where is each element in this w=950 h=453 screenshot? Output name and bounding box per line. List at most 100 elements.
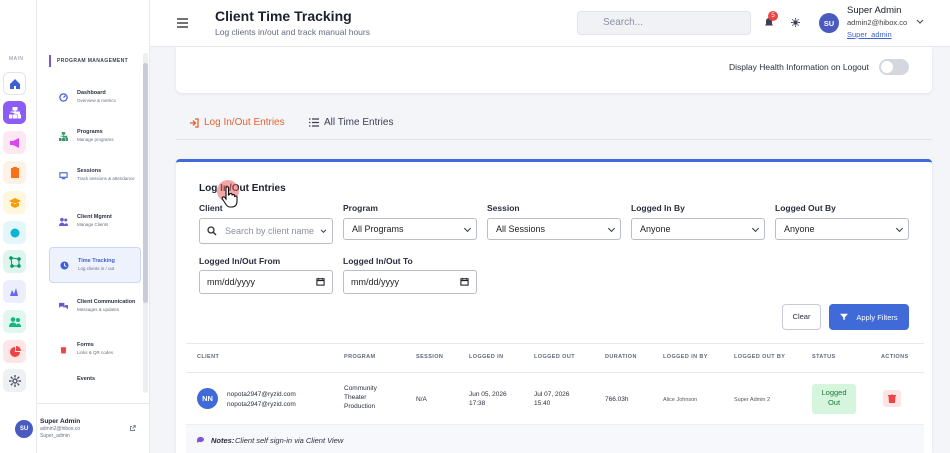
client-search-input[interactable]: Search by client name bbox=[199, 218, 333, 244]
session-filter-label: Session bbox=[487, 203, 520, 213]
dashboard-icon bbox=[58, 92, 68, 102]
session-select[interactable]: All Sessions bbox=[487, 218, 621, 240]
date-to-input[interactable]: mm/dd/yyyy bbox=[343, 270, 477, 294]
header-user-name: Super Admin bbox=[847, 5, 902, 16]
notes-label: Notes: bbox=[211, 436, 235, 445]
tab-all-entries-label: All Time Entries bbox=[324, 117, 394, 128]
sitemap-icon bbox=[58, 131, 68, 141]
sidebar-item-title: Programs bbox=[77, 129, 103, 135]
list-icon bbox=[309, 118, 319, 127]
table-header-logged-out: LOGGED OUT bbox=[534, 354, 575, 360]
apply-filters-button[interactable]: Apply Filters bbox=[829, 304, 909, 330]
logged-in-by-select[interactable]: Anyone bbox=[631, 218, 765, 240]
network-icon bbox=[8, 255, 21, 268]
notification-badge: 5 bbox=[768, 11, 778, 21]
delete-button[interactable] bbox=[883, 390, 901, 407]
theme-toggle-icon[interactable] bbox=[791, 18, 800, 27]
table-header-status: STATUS bbox=[812, 354, 836, 360]
chevron-down-icon bbox=[320, 229, 327, 234]
table-header-logged-in-by: LOGGED IN BY bbox=[663, 354, 708, 360]
rail-pie-chart-button[interactable] bbox=[3, 340, 26, 363]
rail-users-button[interactable] bbox=[3, 310, 26, 333]
sidebar-item-time-tracking[interactable]: Time Tracking Log clients in / out bbox=[49, 247, 141, 283]
rail-section-label: MAIN bbox=[9, 56, 24, 62]
sidebar-item-dashboard[interactable]: Dashboard Overview & metrics bbox=[49, 79, 141, 115]
sidebar-item-subtitle: Manage Clients bbox=[77, 222, 109, 227]
sidebar-item-subtitle: Track sessions & attendance bbox=[77, 176, 135, 181]
clear-button[interactable]: Clear bbox=[782, 304, 821, 330]
rail-home-button[interactable] bbox=[3, 72, 26, 95]
clipboard-icon bbox=[10, 166, 19, 178]
table-header-program: PROGRAM bbox=[344, 354, 376, 360]
trash-icon bbox=[888, 394, 896, 403]
client-filter-label: Client bbox=[199, 203, 223, 213]
table-header-logged-in: LOGGED IN bbox=[469, 354, 504, 360]
client-search-placeholder: Search by client name bbox=[225, 226, 315, 236]
sidebar-item-subtitle: Messages & updates bbox=[77, 307, 120, 312]
external-link-icon[interactable] bbox=[129, 425, 136, 432]
rail-clipboard-button[interactable] bbox=[3, 161, 26, 184]
date-from-value: mm/dd/yyyy bbox=[207, 277, 256, 287]
health-toggle[interactable] bbox=[879, 59, 909, 75]
rail-circle-button[interactable] bbox=[3, 221, 26, 244]
sidebar-item-title: Sessions bbox=[77, 168, 102, 174]
gear-icon bbox=[8, 374, 21, 387]
chevron-down-icon[interactable] bbox=[916, 19, 924, 25]
client-email-secondary: nopota2947@ryzid.com bbox=[227, 401, 296, 408]
sidebar-item-sessions[interactable]: Sessions Track sessions & attendance bbox=[49, 157, 141, 193]
sidebar-item-client-communication[interactable]: Client Communication Messages & updates bbox=[49, 288, 141, 324]
sidebar-item-client-mgmnt[interactable]: Client Mgmnt Manage Clients bbox=[49, 203, 141, 239]
tab-log-entries[interactable]: Log In/Out Entries bbox=[189, 117, 285, 128]
sidebar-item-subtitle: Manage programs bbox=[77, 137, 114, 142]
table-header-session: SESSION bbox=[416, 354, 444, 360]
program-filter-label: Program bbox=[343, 203, 378, 213]
users-icon bbox=[8, 316, 21, 327]
calendar-icon[interactable] bbox=[460, 277, 469, 286]
date-from-input[interactable]: mm/dd/yyyy bbox=[199, 270, 333, 294]
sidebar-user-card: SU Super Admin admin2@hibox.co Super_adm… bbox=[15, 403, 150, 453]
home-icon bbox=[9, 78, 20, 89]
sidebar-item-title: Events bbox=[77, 375, 96, 382]
search-input[interactable]: Search... bbox=[577, 11, 751, 35]
sidebar-item-title: Forms bbox=[77, 342, 94, 348]
sidebar-scrollbar-thumb[interactable] bbox=[143, 63, 148, 303]
sign-in-icon bbox=[190, 117, 199, 128]
page-title: Client Time Tracking bbox=[215, 8, 352, 24]
rail-gear-button[interactable] bbox=[3, 369, 26, 392]
sidebar-item-subtitle: Overview & metrics bbox=[77, 98, 116, 103]
hand-cursor-icon bbox=[221, 186, 238, 208]
sidebar-user-email: admin2@hibox.co bbox=[40, 426, 81, 432]
sidebar-item-forms[interactable]: Forms Links & QR codes bbox=[49, 331, 141, 367]
sidebar-item-subtitle: Links & QR codes bbox=[77, 350, 114, 355]
sidebar-scrollbar[interactable] bbox=[143, 53, 148, 393]
program-select[interactable]: All Programs bbox=[343, 218, 477, 240]
header-user-email: admin2@hibox.co bbox=[847, 18, 908, 27]
rail-sitemap-button[interactable] bbox=[3, 101, 26, 124]
calendar-icon[interactable] bbox=[316, 277, 325, 286]
health-setting-label: Display Health Information on Logout bbox=[729, 62, 869, 72]
megaphone-icon bbox=[9, 137, 19, 148]
sidebar-item-programs[interactable]: Programs Manage programs bbox=[49, 118, 141, 154]
rail-network-button[interactable] bbox=[3, 250, 26, 273]
rail-megaphone-button[interactable] bbox=[3, 131, 26, 154]
filter-icon bbox=[840, 313, 849, 321]
duration-cell: 766.03h bbox=[605, 396, 629, 403]
tab-all-entries[interactable]: All Time Entries bbox=[309, 117, 393, 128]
logged-in-by-label: Logged In By bbox=[631, 203, 685, 213]
program-cell: Community Theater Production bbox=[344, 385, 377, 410]
client-avatar: NN bbox=[197, 388, 218, 409]
sidebar-item-subtitle: Log clients in / out bbox=[78, 266, 115, 271]
sidebar-item-events[interactable]: Events bbox=[49, 372, 141, 386]
header-user-role[interactable]: Super_admin bbox=[847, 30, 892, 39]
date-to-value: mm/dd/yyyy bbox=[351, 277, 400, 287]
session-cell: N/A bbox=[416, 396, 427, 403]
sidebar-user-role: Super_admin bbox=[40, 433, 70, 439]
rail-graduation-button[interactable] bbox=[3, 191, 26, 214]
chat-icon bbox=[58, 302, 68, 309]
sidebar-user-avatar[interactable]: SU bbox=[15, 420, 33, 438]
logged-out-by-select[interactable]: Anyone bbox=[775, 218, 909, 240]
logged-out-by-cell: Super Admin 2 bbox=[734, 397, 771, 403]
header-user-avatar[interactable]: SU bbox=[819, 13, 839, 33]
rail-signature-button[interactable] bbox=[3, 280, 26, 303]
menu-icon[interactable] bbox=[177, 18, 188, 28]
